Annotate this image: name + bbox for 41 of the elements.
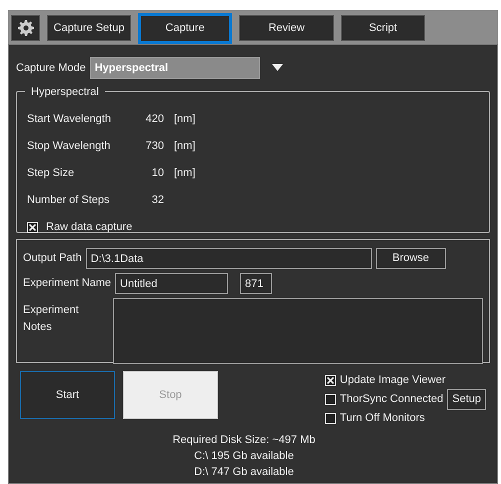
disk-info-text: C:\ 195 Gb available [193,449,295,464]
disk-info-text: D:\ 747 Gb available [193,465,295,480]
setup-button[interactable]: Setup [447,389,486,410]
tab[interactable]: Capture Setup [47,15,131,41]
group-title: Hyperspectral [25,84,105,100]
experiment-notes-field[interactable] [113,298,483,364]
dropdown-arrow-icon[interactable] [272,64,283,72]
field-label: Step Size [27,166,76,182]
output-path-field[interactable]: D:\3.1Data [86,248,372,269]
field-label: Experiment Notes [23,303,80,334]
checkbox[interactable] [324,394,336,405]
experiment-number-field[interactable]: 871 [240,273,272,294]
tab[interactable]: Capture [138,13,232,44]
field-label: Output Path [23,251,82,266]
checkbox-label: Update Image Viewer [340,373,446,388]
field-value: 420 [144,112,164,128]
unit-label: [nm] [174,112,196,128]
checkbox-label: Turn Off Monitors [340,411,425,426]
field-label: Number of Steps [27,193,111,208]
unit-label: [nm] [174,139,196,154]
field-label: Stop Wavelength [27,139,112,154]
field-value: 730 [144,139,164,154]
checkbox-label: ThorSync Connected [340,392,444,408]
settings-button[interactable] [11,15,40,41]
field-label: Capture Mode [16,60,86,76]
field-label: Experiment Name [23,276,112,292]
field-value: 10 [150,166,164,182]
experiment-name-field[interactable]: Untitled [115,273,228,294]
checkbox-label: Raw data capture [46,220,132,236]
checkbox[interactable] [324,375,336,386]
start-button[interactable]: Start [20,371,115,419]
checkbox[interactable] [324,413,336,424]
gear-icon [18,20,34,36]
field-value: 32 [150,193,164,208]
field-label: Start Wavelength [27,112,112,128]
tab[interactable]: Script [341,15,425,41]
disk-info-text: Required Disk Size: ~497 Mb [172,433,316,448]
unit-label: [nm] [174,166,196,182]
browse-button[interactable]: Browse [376,248,446,269]
tab[interactable]: Review [239,15,334,41]
checkbox[interactable] [27,222,38,233]
